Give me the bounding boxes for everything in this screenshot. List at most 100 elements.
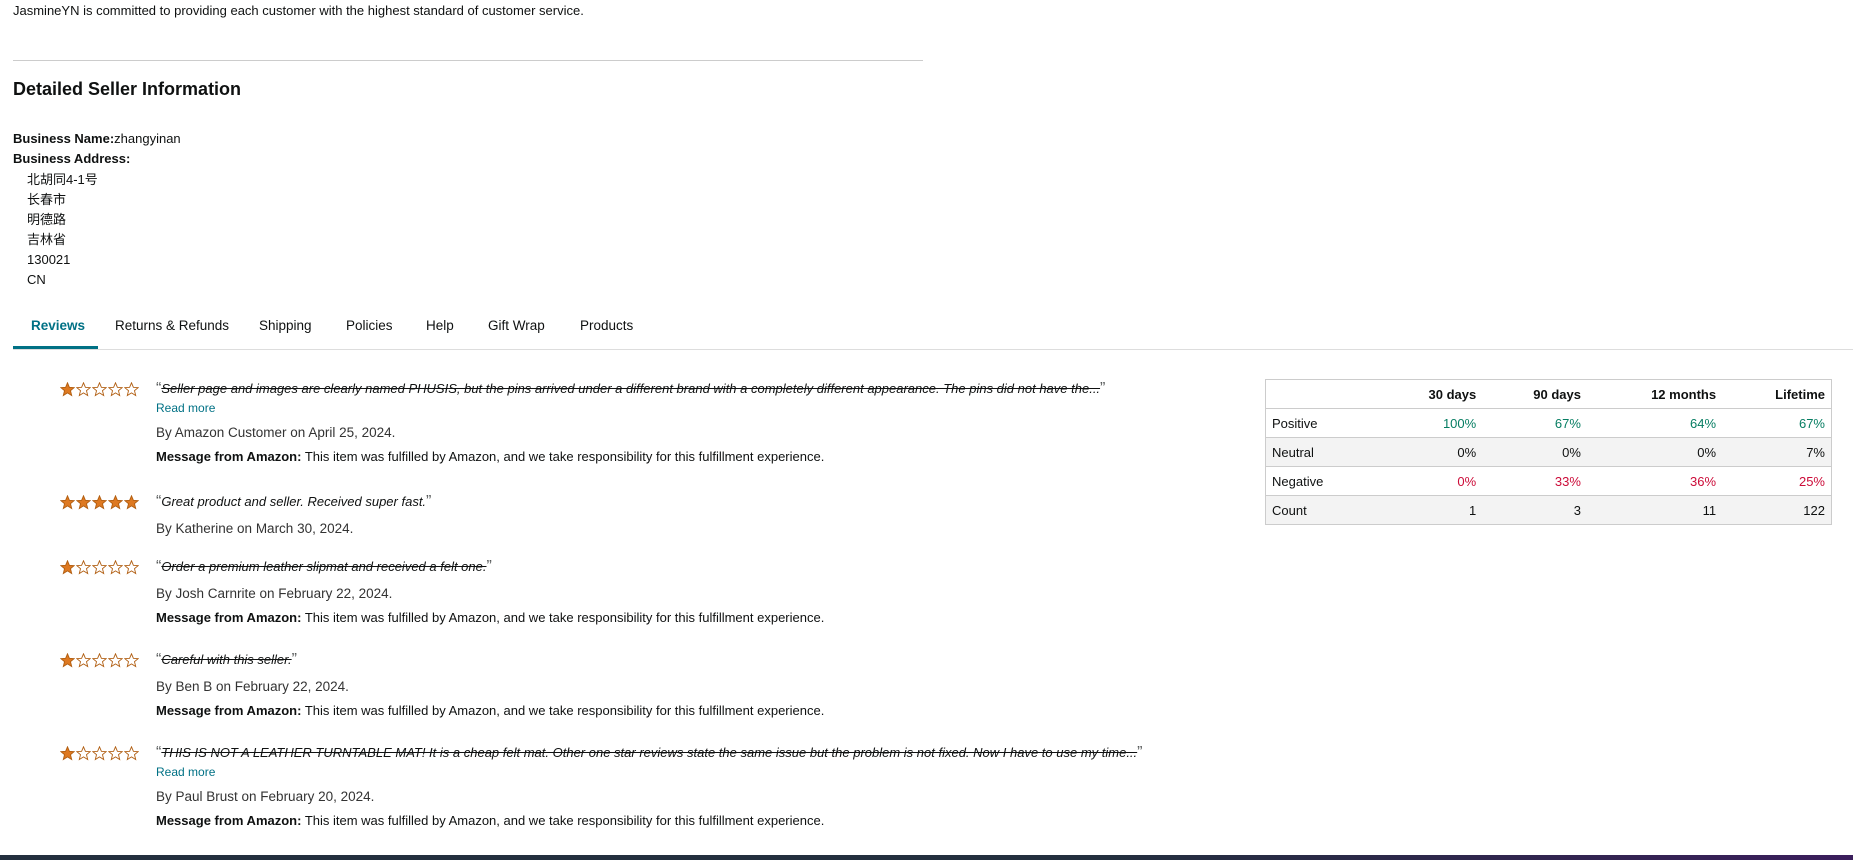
feedback-row-negative: Negative 0% 33% 36% 25% xyxy=(1265,466,1832,496)
feedback-cell: 7% xyxy=(1722,437,1832,467)
review-text: “Great product and seller. Received supe… xyxy=(156,493,432,510)
address-line: 吉林省 xyxy=(27,232,67,247)
star-full-icon xyxy=(60,560,75,575)
star-empty-icon xyxy=(92,382,107,397)
star-full-icon xyxy=(92,495,107,510)
feedback-cell: 0% xyxy=(1377,437,1483,467)
star-empty-icon xyxy=(124,382,139,397)
star-empty-icon xyxy=(124,746,139,761)
address-line: 明德路 xyxy=(27,212,67,227)
business-name-label: Business Name: xyxy=(13,131,115,146)
seller-tabs: Reviews Returns & Refunds Shipping Polic… xyxy=(13,310,1853,350)
feedback-row-label: Positive xyxy=(1265,408,1378,438)
feedback-row-label: Count xyxy=(1265,495,1378,525)
amazon-message: Message from Amazon: This item was fulfi… xyxy=(156,813,825,828)
feedback-cell: 11 xyxy=(1586,495,1723,525)
business-name-value: zhangyinan xyxy=(114,131,181,146)
star-rating xyxy=(60,560,139,575)
review-text: “Careful with this seller.” xyxy=(156,651,297,668)
tab-reviews[interactable]: Reviews xyxy=(31,318,85,333)
star-full-icon xyxy=(60,382,75,397)
feedback-row-neutral: Neutral 0% 0% 0% 7% xyxy=(1265,437,1832,467)
star-full-icon xyxy=(124,495,139,510)
review-byline: By Josh Carnrite on February 22, 2024. xyxy=(156,586,393,601)
tab-policies[interactable]: Policies xyxy=(346,318,393,333)
star-rating xyxy=(60,746,139,761)
feedback-cell: 25% xyxy=(1722,466,1832,496)
review-text: “THIS IS NOT A LEATHER TURNTABLE MAT! It… xyxy=(156,744,1143,761)
review-byline: By Paul Brust on February 20, 2024. xyxy=(156,789,375,804)
tab-help[interactable]: Help xyxy=(426,318,454,333)
star-empty-icon xyxy=(108,746,123,761)
business-name-row: Business Name:zhangyinan xyxy=(13,131,181,146)
star-empty-icon xyxy=(108,560,123,575)
star-full-icon xyxy=(60,495,75,510)
feedback-cell: 0% xyxy=(1377,466,1483,496)
star-full-icon xyxy=(76,495,91,510)
feedback-summary-table: 30 days 90 days 12 months Lifetime Posit… xyxy=(1265,379,1832,525)
star-empty-icon xyxy=(76,653,91,668)
feedback-row-label: Neutral xyxy=(1265,437,1378,467)
feedback-cell: 36% xyxy=(1586,466,1723,496)
address-line: CN xyxy=(27,272,46,287)
feedback-header-cell: 12 months xyxy=(1586,379,1723,409)
star-empty-icon xyxy=(108,653,123,668)
star-rating xyxy=(60,382,139,397)
star-empty-icon xyxy=(76,560,91,575)
amazon-message: Message from Amazon: This item was fulfi… xyxy=(156,703,825,718)
feedback-cell: 122 xyxy=(1722,495,1832,525)
section-title: Detailed Seller Information xyxy=(13,79,242,99)
star-rating xyxy=(60,653,139,668)
amazon-message: Message from Amazon: This item was fulfi… xyxy=(156,449,825,464)
feedback-cell: 64% xyxy=(1586,408,1723,438)
review-byline: By Katherine on March 30, 2024. xyxy=(156,521,354,536)
feedback-cell: 33% xyxy=(1482,466,1587,496)
review-text: “Order a premium leather slipmat and rec… xyxy=(156,558,492,575)
seller-commitment-text: JasmineYN is committed to providing each… xyxy=(13,3,584,18)
feedback-row-label: Negative xyxy=(1265,466,1378,496)
star-empty-icon xyxy=(108,382,123,397)
review-byline: By Ben B on February 22, 2024. xyxy=(156,679,349,694)
feedback-cell: 67% xyxy=(1482,408,1587,438)
star-rating xyxy=(60,495,139,510)
section-divider xyxy=(13,60,923,61)
active-tab-indicator xyxy=(13,346,98,349)
read-more-link[interactable]: Read more xyxy=(156,401,215,415)
feedback-header-row: 30 days 90 days 12 months Lifetime xyxy=(1265,379,1832,409)
star-empty-icon xyxy=(124,560,139,575)
tab-returns-refunds[interactable]: Returns & Refunds xyxy=(115,318,229,333)
business-address-row: Business Address: xyxy=(13,151,130,166)
star-full-icon xyxy=(108,495,123,510)
feedback-header-cell: 30 days xyxy=(1377,379,1483,409)
feedback-cell: 67% xyxy=(1722,408,1832,438)
review-text: “Seller page and images are clearly name… xyxy=(156,380,1106,397)
feedback-cell: 3 xyxy=(1482,495,1587,525)
star-empty-icon xyxy=(92,746,107,761)
tab-shipping[interactable]: Shipping xyxy=(259,318,312,333)
feedback-header-cell: Lifetime xyxy=(1722,379,1832,409)
star-empty-icon xyxy=(92,653,107,668)
star-empty-icon xyxy=(92,560,107,575)
star-full-icon xyxy=(60,653,75,668)
feedback-cell: 100% xyxy=(1377,408,1483,438)
read-more-link[interactable]: Read more xyxy=(156,765,215,779)
address-line: 130021 xyxy=(27,252,71,267)
tab-products[interactable]: Products xyxy=(580,318,633,333)
feedback-header-cell xyxy=(1265,379,1378,409)
feedback-cell: 1 xyxy=(1377,495,1483,525)
address-line: 长春市 xyxy=(27,192,67,207)
bottom-bar xyxy=(0,855,1853,860)
star-empty-icon xyxy=(76,746,91,761)
business-address: 北胡同4-1号 长春市 明德路 吉林省 130021 CN xyxy=(27,170,98,290)
star-empty-icon xyxy=(76,382,91,397)
tab-gift-wrap[interactable]: Gift Wrap xyxy=(488,318,545,333)
address-line: 北胡同4-1号 xyxy=(27,172,98,187)
amazon-message: Message from Amazon: This item was fulfi… xyxy=(156,610,825,625)
feedback-row-count: Count 1 3 11 122 xyxy=(1265,495,1832,525)
feedback-header-cell: 90 days xyxy=(1482,379,1587,409)
review-byline: By Amazon Customer on April 25, 2024. xyxy=(156,425,396,440)
feedback-row-positive: Positive 100% 67% 64% 67% xyxy=(1265,408,1832,438)
star-full-icon xyxy=(60,746,75,761)
feedback-cell: 0% xyxy=(1482,437,1587,467)
business-address-label: Business Address: xyxy=(13,151,131,166)
